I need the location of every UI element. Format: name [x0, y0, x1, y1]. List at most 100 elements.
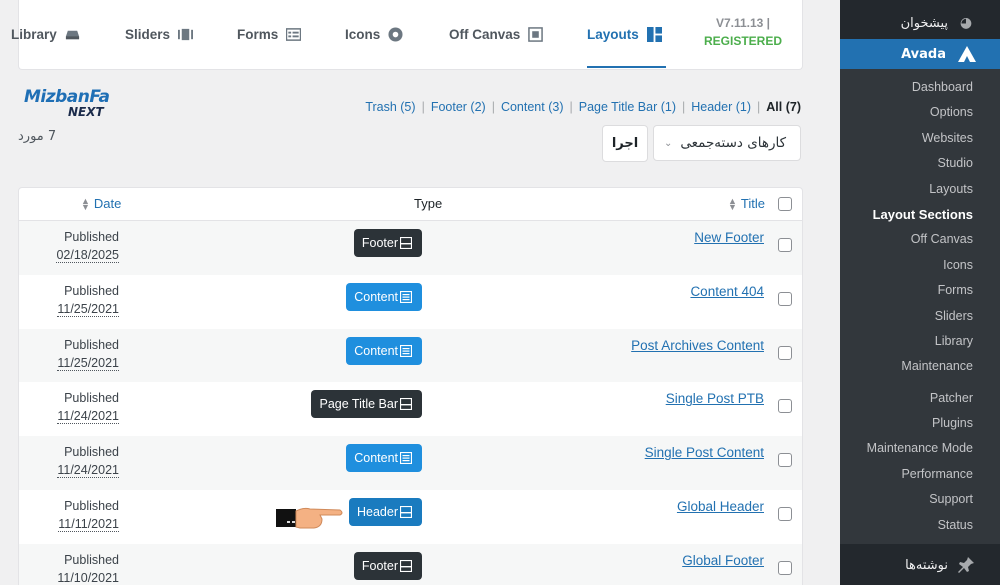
tab-sliders[interactable]: Sliders: [125, 0, 194, 68]
brand-tagline: NEXT: [68, 105, 104, 119]
column-title-label: Title: [740, 196, 765, 211]
sliders-icon: [178, 28, 194, 40]
row-checkbox[interactable]: [778, 506, 792, 521]
sidebar-subitem-layouts[interactable]: Layouts: [840, 177, 1000, 202]
sidebar-item-label: پیشخوان: [900, 15, 948, 31]
row-checkbox[interactable]: [778, 345, 792, 360]
type-badge-label: Content: [354, 451, 398, 466]
pushpin-icon: [958, 557, 974, 573]
row-checkbox[interactable]: [778, 291, 792, 306]
post-title-link[interactable]: Content 404: [690, 284, 764, 299]
sidebar-item-posts[interactable]: نوشته‌ها: [840, 551, 1000, 579]
table-row: Published 11/25/2021 Content Post Archiv…: [19, 328, 802, 383]
filter-footer[interactable]: Footer (2): [431, 100, 486, 114]
type-badge: Content: [346, 336, 422, 365]
sidebar-subitem-icons[interactable]: Icons: [840, 253, 1000, 278]
status-filters: Trash (5) | Footer (2) | Content (3) | P…: [365, 100, 801, 114]
row-checkbox[interactable]: [778, 560, 792, 575]
tab-library[interactable]: Library: [11, 0, 80, 68]
sidebar-subitem-studio[interactable]: Studio: [840, 151, 1000, 176]
sidebar-subitem-websites[interactable]: Websites: [840, 126, 1000, 151]
table-row: Published 11/24/2021 Content Single Post…: [19, 436, 802, 490]
forms-icon: [286, 27, 302, 41]
sidebar-subitem-layout-sections[interactable]: Layout Sections: [840, 202, 1000, 227]
type-badge-label: Footer: [361, 558, 398, 573]
tab-layouts[interactable]: Layouts: [587, 0, 666, 68]
column-type-label: Type: [414, 196, 443, 211]
sidebar-subitem-status[interactable]: Status: [840, 513, 1000, 538]
filter-separator: |: [682, 100, 686, 114]
sidebar-subitem-maintenance-mode[interactable]: Maintenance Mode: [840, 436, 1000, 461]
type-badge-label: Header: [357, 504, 398, 519]
post-date: 11/25/2021: [57, 355, 119, 371]
tab-icons[interactable]: Icons: [345, 0, 403, 68]
sidebar-subitem-plugins[interactable]: Plugins: [840, 411, 1000, 436]
filter-header[interactable]: Header (1): [691, 100, 751, 114]
post-title-link[interactable]: Global Footer: [682, 553, 764, 568]
sidebar-subitem-dashboard[interactable]: Dashboard: [840, 75, 1000, 100]
sidebar-subitem-sliders[interactable]: Sliders: [840, 304, 1000, 329]
filter-page-title-bar[interactable]: Page Title Bar (1): [579, 100, 676, 114]
table-row: Published 11/24/2021 Page Title Bar Sing…: [19, 382, 802, 436]
row-checkbox[interactable]: [778, 399, 792, 414]
column-type: Type: [414, 196, 442, 211]
content-icon: [400, 290, 412, 303]
post-title-link[interactable]: Post Archives Content: [631, 338, 764, 353]
row-checkbox[interactable]: [778, 453, 792, 468]
type-badge: Content: [346, 444, 422, 473]
sort-icon: ▲ ▼: [728, 195, 737, 212]
select-all-checkbox[interactable]: [778, 197, 792, 211]
tab-off-canvas[interactable]: Off Canvas: [449, 0, 544, 68]
column-title[interactable]: ▲ ▼ Title: [728, 196, 765, 211]
post-title-link[interactable]: New Footer: [694, 230, 764, 245]
column-date-label: Date: [93, 196, 122, 211]
sidebar-subitem-maintenance[interactable]: Maintenance: [840, 354, 1000, 379]
sidebar-subitem-support[interactable]: Support: [840, 487, 1000, 512]
filter-separator: |: [421, 100, 425, 114]
section-icon: [400, 398, 412, 411]
registration-status: REGISTERED: [703, 34, 782, 48]
bulk-actions-select[interactable]: کارهای دسته‌جمعی ⌄: [653, 125, 801, 161]
bulk-actions-label: کارهای دسته‌جمعی: [680, 135, 787, 151]
post-date: 11/11/2021: [58, 516, 119, 532]
tab-label: Sliders: [125, 26, 171, 42]
apply-button[interactable]: اجرا: [602, 125, 648, 162]
filter-all-label: All: [766, 100, 783, 114]
sidebar-subitem-options[interactable]: Options: [840, 100, 1000, 125]
pointing-hand-icon: [276, 507, 343, 529]
content-icon: [400, 452, 412, 465]
sidebar-item-avada[interactable]: Avada: [832, 39, 1000, 69]
library-icon: [65, 30, 79, 39]
tab-forms[interactable]: Forms: [237, 0, 302, 68]
sidebar-item-label: نوشته‌ها: [905, 557, 948, 573]
version-separator: |: [766, 16, 771, 30]
sidebar-subitem-forms[interactable]: Forms: [840, 278, 1000, 303]
table-row: Published 11/25/2021 Content Content 404: [19, 275, 802, 329]
post-status: Published: [64, 445, 119, 460]
filter-separator: |: [491, 100, 495, 114]
avada-logo-icon: [958, 46, 976, 62]
post-status: Published: [64, 391, 119, 406]
sidebar-subitem-library[interactable]: Library: [840, 329, 1000, 354]
post-status: Published: [64, 283, 119, 298]
brand-name: MizbanFa: [24, 87, 110, 107]
filter-content[interactable]: Content (3): [501, 100, 564, 114]
row-checkbox[interactable]: [778, 238, 792, 252]
post-status: Published: [64, 498, 119, 513]
table-row: Published 11/10/2021 Footer Global Foote…: [19, 543, 802, 585]
sidebar-subitem-performance[interactable]: Performance: [840, 462, 1000, 487]
post-title-link[interactable]: Global Header: [677, 499, 764, 514]
filter-trash[interactable]: Trash (5): [365, 100, 415, 114]
sidebar-item-dashboard[interactable]: ◕ پیشخوان: [840, 9, 1000, 37]
sidebar-subitem-off-canvas[interactable]: Off Canvas: [840, 227, 1000, 252]
filter-all[interactable]: All (7): [766, 100, 801, 114]
type-badge: Footer: [353, 551, 422, 580]
post-title-link[interactable]: Single Post PTB: [666, 391, 764, 406]
column-date[interactable]: ▲ ▼ Date: [81, 196, 121, 211]
post-status: Published: [64, 230, 119, 244]
post-status: Published: [64, 552, 119, 567]
post-title-link[interactable]: Single Post Content: [645, 445, 764, 460]
type-badge: Content: [346, 282, 422, 311]
type-badge-label: Page Title Bar: [319, 397, 398, 412]
sidebar-subitem-patcher[interactable]: Patcher: [840, 386, 1000, 411]
